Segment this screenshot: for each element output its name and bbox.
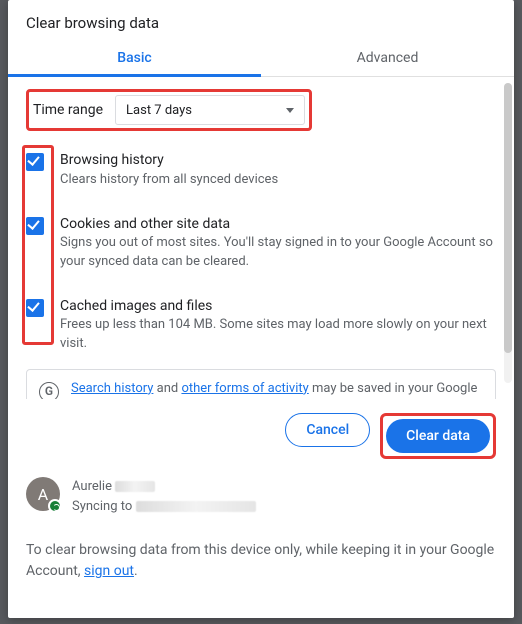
cancel-button[interactable]: Cancel	[285, 413, 370, 447]
tab-basic[interactable]: Basic	[8, 40, 261, 76]
time-range-row: Time range Last 7 days	[26, 89, 312, 131]
checkbox-browsing-history[interactable]	[26, 153, 44, 171]
account-sync-line: Syncing to	[72, 497, 256, 517]
avatar: A	[26, 477, 60, 511]
footer-note: To clear browsing data from this device …	[8, 526, 514, 598]
time-range-label: Time range	[31, 102, 103, 118]
checkbox-desc: Clears history from all synced devices	[60, 171, 496, 189]
dialog-title: Clear browsing data	[8, 0, 514, 40]
avatar-initial: A	[38, 485, 48, 504]
checkbox-item-cache: Cached images and files Frees up less th…	[26, 297, 496, 353]
checkbox-desc: Signs you out of most sites. You'll stay…	[60, 234, 496, 270]
checkbox-desc: Frees up less than 104 MB. Some sites ma…	[60, 316, 496, 352]
checkbox-title: Browsing history	[60, 151, 496, 171]
checkbox-item-cookies: Cookies and other site data Signs you ou…	[26, 215, 496, 271]
clear-data-button[interactable]: Clear data	[386, 419, 490, 453]
sync-icon	[48, 499, 62, 513]
checkbox-cache[interactable]	[26, 299, 44, 317]
time-range-select[interactable]: Last 7 days	[115, 95, 305, 125]
clear-button-highlight-annotation: Clear data	[380, 413, 496, 459]
scroll-area: Time range Last 7 days Browsing history …	[8, 77, 514, 399]
dialog-button-row: Cancel Clear data	[8, 399, 514, 475]
checkbox-list: Browsing history Clears history from all…	[26, 151, 496, 353]
checkbox-title: Cached images and files	[60, 297, 496, 317]
chevron-down-icon	[286, 108, 294, 113]
scrollbar-thumb[interactable]	[504, 83, 512, 353]
tab-advanced[interactable]: Advanced	[261, 40, 514, 76]
google-icon: G	[39, 382, 59, 399]
checkbox-item-browsing-history: Browsing history Clears history from all…	[26, 151, 496, 189]
sign-out-link[interactable]: sign out	[84, 563, 134, 579]
tab-bar: Basic Advanced	[8, 40, 514, 77]
clear-browsing-data-dialog: Clear browsing data Basic Advanced Time …	[8, 0, 514, 618]
account-name-line: Aurelie	[72, 477, 256, 497]
checkbox-cookies[interactable]	[26, 217, 44, 235]
google-account-info-box: G Search history and other forms of acti…	[26, 369, 496, 399]
time-range-value: Last 7 days	[126, 103, 192, 118]
search-history-link[interactable]: Search history	[71, 381, 153, 396]
redacted-text	[136, 501, 256, 512]
redacted-text	[115, 481, 155, 492]
info-text: Search history and other forms of activi…	[71, 380, 483, 399]
account-row: A Aurelie Syncing to	[8, 475, 514, 526]
other-activity-link[interactable]: other forms of activity	[181, 381, 308, 396]
checkbox-title: Cookies and other site data	[60, 215, 496, 235]
